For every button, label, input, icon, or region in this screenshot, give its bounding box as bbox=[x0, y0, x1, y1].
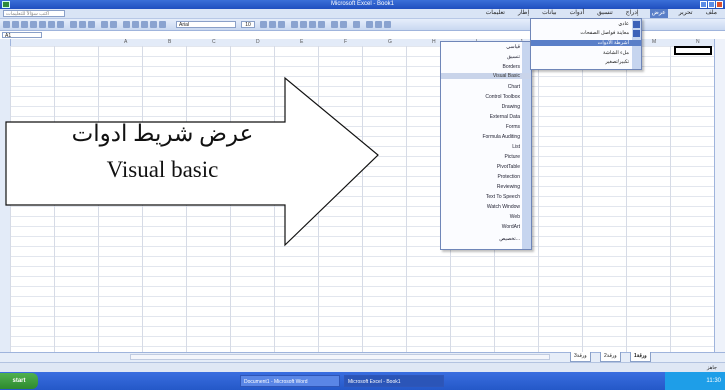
clock: 11:30 bbox=[706, 378, 721, 384]
toolbar-item[interactable]: Reviewing bbox=[497, 184, 520, 190]
toolbar-item[interactable]: Text To Speech bbox=[486, 194, 520, 200]
view-menu: عادي معاينة فواصل الصفحات أشرطة الأدوات … bbox=[530, 18, 642, 70]
toolbar-item[interactable]: Drawing bbox=[502, 104, 520, 110]
start-button[interactable]: start bbox=[0, 373, 38, 389]
view-menu-item[interactable]: معاينة فواصل الصفحات bbox=[580, 30, 629, 36]
view-menu-item[interactable]: ملء الشاشة bbox=[603, 50, 629, 56]
toolbar-item[interactable]: Forms bbox=[506, 124, 520, 130]
toolbar-item[interactable]: Watch Window bbox=[487, 204, 520, 210]
sheet-tab[interactable]: ورقة3 bbox=[570, 352, 591, 362]
view-menu-item[interactable]: تكبير/تصغير bbox=[605, 59, 629, 65]
toolbar-item[interactable]: Control Toolbox bbox=[485, 94, 520, 100]
sheet-tab[interactable]: ورقة2 bbox=[600, 352, 621, 362]
horizontal-scrollbar[interactable] bbox=[130, 354, 550, 360]
toolbar-item[interactable]: Picture bbox=[504, 154, 520, 160]
toolbars-submenu: قياسي تنسيق Borders Visual Basic Chart C… bbox=[440, 41, 532, 250]
callout-line-arabic: عرض شريط ادوات bbox=[71, 121, 254, 146]
toolbar-item-highlighted[interactable]: Visual Basic bbox=[441, 73, 531, 79]
toolbar-item[interactable]: Formula Auditing bbox=[482, 134, 520, 140]
toolbar-item[interactable]: Borders bbox=[502, 64, 520, 70]
toolbar-item[interactable]: WordArt bbox=[502, 224, 520, 230]
view-menu-item-toolbars[interactable]: أشرطة الأدوات bbox=[531, 40, 641, 46]
toolbar-item[interactable]: Web bbox=[510, 214, 520, 220]
toolbar-item[interactable]: قياسي bbox=[506, 44, 520, 50]
view-menu-item[interactable]: عادي bbox=[618, 21, 629, 27]
toolbar-item[interactable]: Chart bbox=[508, 84, 520, 90]
callout-line-english: Visual basic bbox=[106, 157, 219, 182]
taskbar-item[interactable]: Document1 - Microsoft Word bbox=[240, 375, 340, 387]
toolbar-item[interactable]: PivotTable bbox=[497, 164, 520, 170]
toolbar-item[interactable]: External Data bbox=[490, 114, 520, 120]
page-break-icon bbox=[633, 30, 640, 37]
sheet-tab-active[interactable]: ورقة1 bbox=[630, 352, 651, 362]
toolbar-item[interactable]: List bbox=[512, 144, 520, 150]
normal-view-icon bbox=[633, 21, 640, 28]
toolbar-item[interactable]: تنسيق bbox=[507, 54, 520, 60]
taskbar-item-active[interactable]: Microsoft Excel - Book1 bbox=[344, 375, 444, 387]
system-tray: 11:30 bbox=[665, 372, 725, 390]
toolbar-customize[interactable]: تخصيص... bbox=[499, 236, 520, 242]
toolbar-item[interactable]: Protection bbox=[497, 174, 520, 180]
callout-text: عرض شريط ادوات Visual basic bbox=[20, 116, 305, 188]
